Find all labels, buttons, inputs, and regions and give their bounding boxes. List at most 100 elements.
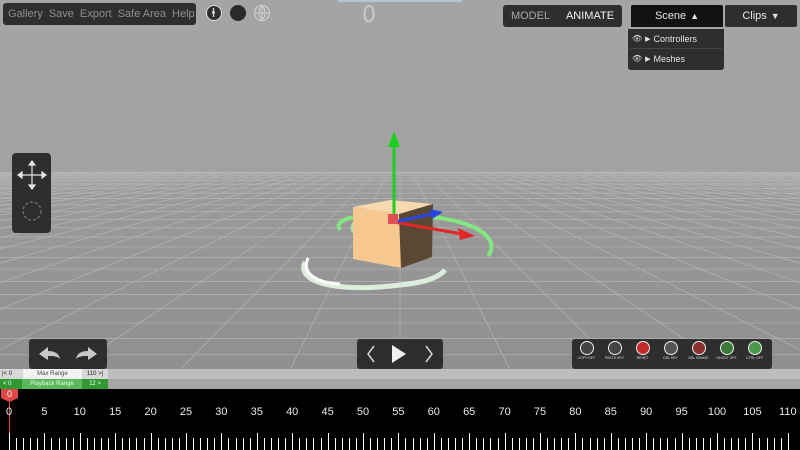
timeline-tick — [568, 438, 570, 450]
ctrl-off-button[interactable]: CTRL OFF — [744, 341, 765, 360]
timeline-tick — [518, 438, 520, 450]
expand-arrow-icon[interactable]: ▶ — [645, 55, 650, 63]
redo-icon[interactable] — [76, 347, 97, 360]
timeline-tick — [30, 438, 32, 450]
timeline-tick — [433, 433, 435, 450]
x-axis-arrow[interactable] — [458, 228, 475, 240]
playback-range-end[interactable]: 12 > — [82, 379, 108, 389]
reset-button[interactable]: RESET — [632, 341, 653, 360]
timeline-tick — [596, 438, 598, 450]
timeline-tick — [341, 438, 343, 450]
copy-key-button[interactable]: COPY KEY — [576, 341, 597, 360]
main-menu: Gallery Save Export Safe Area Help — [3, 3, 196, 25]
timeline-tick — [766, 438, 768, 450]
del-key-button[interactable]: DEL KEY — [660, 341, 681, 360]
top-progress-bar — [338, 0, 462, 2]
timeline-tick — [532, 438, 534, 450]
current-frame-display: 0 — [362, 3, 376, 28]
menu-help[interactable]: Help — [172, 8, 195, 20]
undo-icon[interactable] — [39, 347, 60, 360]
compass-icon[interactable] — [206, 5, 222, 21]
timeline-tick — [327, 433, 329, 450]
ghost-off-button[interactable]: GHOST OFF — [716, 341, 737, 360]
visible-eye-icon[interactable]: 👁 — [632, 54, 642, 63]
undo-redo-panel — [29, 339, 107, 369]
grid-globe-icon[interactable] — [254, 5, 270, 21]
timeline-tick-label: 20 — [144, 406, 157, 418]
figure-red-icon — [635, 341, 650, 355]
timeline-tick-label: 30 — [215, 406, 228, 418]
visible-eye-icon[interactable]: 👁 — [632, 34, 642, 43]
max-range-end[interactable]: 110 >| — [82, 369, 108, 379]
timeline-tick — [228, 438, 230, 450]
scene-dropdown: 👁 ▶ Controllers 👁 ▶ Meshes — [628, 29, 724, 70]
timeline-tick — [186, 433, 187, 450]
timeline-tick — [370, 438, 372, 450]
gizmo-center[interactable] — [388, 214, 398, 224]
timeline-tick — [610, 433, 612, 450]
playback-range-start[interactable]: < 0 — [0, 379, 22, 389]
play-icon[interactable] — [392, 345, 406, 363]
timeline-tick — [285, 438, 287, 450]
timeline-tick — [129, 438, 131, 450]
scene-item-label: Controllers — [653, 33, 698, 44]
clips-tab[interactable]: Clips ▼ — [725, 5, 797, 27]
timeline-tick — [299, 438, 301, 450]
previous-frame-icon[interactable] — [367, 345, 375, 363]
copy-key-label: COPY KEY — [577, 356, 596, 360]
del-range-button[interactable]: DEL RANGE — [688, 341, 709, 360]
rotate-icon[interactable] — [22, 201, 42, 221]
timeline-tick — [306, 438, 308, 450]
del-range-label: DEL RANGE — [688, 356, 709, 360]
scene-tab[interactable]: Scene ▲ — [631, 5, 723, 27]
mode-animate-button[interactable]: ANIMATE — [566, 10, 614, 22]
next-frame-icon[interactable] — [425, 345, 433, 363]
del-key-label: DEL KEY — [663, 356, 678, 360]
timeline-tick — [455, 438, 457, 450]
timeline-tick — [617, 438, 619, 450]
timeline-tick-label: 25 — [179, 406, 193, 418]
move-icon[interactable] — [17, 160, 47, 190]
timeline-tick — [561, 438, 563, 450]
mode-model-button[interactable]: MODEL — [511, 10, 550, 22]
timeline-tick — [292, 433, 294, 450]
timeline-tick-label: 80 — [569, 406, 582, 418]
timeline-tick-label: 75 — [533, 406, 547, 418]
figure-green-stand-icon — [747, 341, 762, 355]
timeline-tick — [157, 438, 159, 450]
timeline-tick — [16, 438, 18, 450]
timeline[interactable]: 0 0 5 10 15 20 25 30 35 40 45 50 55 60 65 70 75 80 85 90 95… — [0, 389, 800, 450]
scene-item-controllers[interactable]: 👁 ▶ Controllers — [628, 29, 724, 48]
timeline-tick — [773, 438, 775, 450]
transform-tools — [12, 153, 51, 233]
paste-key-label: PASTE KEY — [604, 356, 625, 360]
timeline-tick — [384, 438, 386, 450]
timeline-tick-label: 45 — [321, 406, 334, 418]
timeline-tick — [504, 433, 506, 450]
sphere-icon[interactable] — [230, 5, 246, 21]
timeline-tick-label: 95 — [675, 406, 688, 418]
timeline-tick — [235, 438, 237, 450]
timeline-tick — [440, 438, 442, 450]
ghost-off-label: GHOST OFF — [716, 356, 737, 360]
timeline-tick — [150, 433, 152, 450]
timeline-tick — [278, 438, 280, 450]
scene-item-meshes[interactable]: 👁 ▶ Meshes — [628, 49, 724, 68]
timeline-tick — [58, 438, 60, 450]
y-axis-arrow[interactable] — [388, 131, 400, 147]
timeline-tick — [44, 433, 46, 450]
mode-switch: MODEL ANIMATE — [503, 5, 622, 27]
timeline-tick — [207, 438, 209, 450]
menu-safe-area[interactable]: Safe Area — [118, 8, 166, 20]
timeline-tick — [171, 438, 173, 450]
max-range-start[interactable]: |< 0 — [0, 369, 23, 379]
menu-gallery[interactable]: Gallery — [8, 8, 43, 20]
expand-arrow-icon[interactable]: ▶ — [645, 35, 650, 43]
timeline-tick — [724, 438, 726, 450]
paste-key-button[interactable]: PASTE KEY — [604, 341, 625, 360]
timeline-tick — [653, 438, 655, 450]
menu-save[interactable]: Save — [49, 8, 74, 20]
timeline-tick — [709, 438, 711, 450]
timeline-tick — [122, 438, 124, 450]
menu-export[interactable]: Export — [80, 8, 112, 20]
